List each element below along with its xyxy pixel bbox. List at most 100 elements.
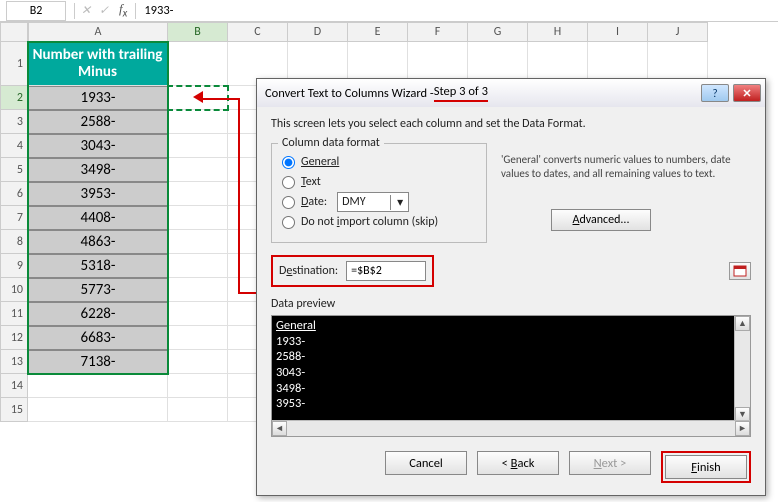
col-header-I[interactable]: I xyxy=(588,22,648,42)
table-row[interactable]: 3043- xyxy=(28,134,168,158)
row-header-11[interactable]: 11 xyxy=(0,302,28,326)
row-header-15[interactable]: 15 xyxy=(0,398,28,422)
cell[interactable] xyxy=(28,374,168,398)
cell[interactable] xyxy=(168,230,228,254)
close-button[interactable]: ✕ xyxy=(733,84,761,102)
table-row[interactable]: 2588- xyxy=(28,110,168,134)
row-header-2[interactable]: 2 xyxy=(0,86,28,110)
text-to-columns-dialog: Convert Text to Columns Wizard - Step 3 … xyxy=(256,78,766,496)
preview-label: Data preview xyxy=(271,297,751,311)
row-header-6[interactable]: 6 xyxy=(0,182,28,206)
col-header-H[interactable]: H xyxy=(528,22,588,42)
cell[interactable] xyxy=(168,326,228,350)
radio-skip[interactable]: Do not import column (skip) xyxy=(282,212,476,232)
preview-content: General1933-2588-3043-3498-3953- xyxy=(272,316,734,422)
col-header-C[interactable]: C xyxy=(228,22,288,42)
scroll-right-icon[interactable]: ► xyxy=(735,421,750,436)
fieldset-legend: Column data format xyxy=(278,136,384,150)
chevron-down-icon: ▾ xyxy=(390,195,406,210)
cell[interactable] xyxy=(28,398,168,422)
cell[interactable] xyxy=(168,398,228,422)
table-row[interactable]: 7138- xyxy=(28,350,168,374)
destination-label: Destination: xyxy=(279,264,338,278)
radio-skip-input[interactable] xyxy=(282,216,295,229)
row-header-5[interactable]: 5 xyxy=(0,158,28,182)
radio-general-input[interactable] xyxy=(282,156,295,169)
range-picker-button[interactable] xyxy=(729,262,751,280)
row-header-7[interactable]: 7 xyxy=(0,206,28,230)
col-header-D[interactable]: D xyxy=(288,22,348,42)
cell[interactable] xyxy=(168,182,228,206)
table-row[interactable]: 5773- xyxy=(28,278,168,302)
col-header-E[interactable]: E xyxy=(348,22,408,42)
cell[interactable] xyxy=(168,374,228,398)
cancel-formula-icon: ✕ xyxy=(77,2,95,20)
scroll-up-icon[interactable]: ▲ xyxy=(735,316,750,331)
finish-button[interactable]: Finish xyxy=(665,455,747,479)
cell[interactable] xyxy=(168,134,228,158)
row-header-14[interactable]: 14 xyxy=(0,374,28,398)
help-button[interactable]: ? xyxy=(701,84,729,102)
fx-icon[interactable]: fx xyxy=(113,1,133,20)
next-button: Next > xyxy=(569,451,651,475)
radio-text[interactable]: Text xyxy=(282,172,476,192)
table-row[interactable]: 6228- xyxy=(28,302,168,326)
back-button[interactable]: < Back xyxy=(477,451,559,475)
col-header-F[interactable]: F xyxy=(408,22,468,42)
callout-line xyxy=(198,98,238,100)
destination-callout: Destination: xyxy=(271,255,434,287)
table-row[interactable]: 5318- xyxy=(28,254,168,278)
formula-content[interactable]: 1933- xyxy=(138,3,173,18)
cell[interactable] xyxy=(168,158,228,182)
table-row[interactable]: 3498- xyxy=(28,158,168,182)
dialog-titlebar[interactable]: Convert Text to Columns Wizard - Step 3 … xyxy=(257,79,765,107)
row-header-4[interactable]: 4 xyxy=(0,134,28,158)
radio-date[interactable]: Date: DMY ▾ xyxy=(282,192,476,212)
table-row[interactable]: 3953- xyxy=(28,182,168,206)
row-header-12[interactable]: 12 xyxy=(0,326,28,350)
select-all-corner[interactable] xyxy=(0,22,28,42)
table-row[interactable]: 1933- xyxy=(28,86,168,110)
radio-date-input[interactable] xyxy=(282,196,295,209)
date-format-select[interactable]: DMY ▾ xyxy=(337,192,409,212)
preview-hscroll[interactable]: ◄ ► xyxy=(272,420,750,436)
table-row[interactable]: 4863- xyxy=(28,230,168,254)
data-preview: General1933-2588-3043-3498-3953- ▲ ▼ ◄ ► xyxy=(271,315,751,437)
cell[interactable] xyxy=(168,278,228,302)
cancel-button[interactable]: Cancel xyxy=(385,451,467,475)
row-header-1[interactable]: 1 xyxy=(0,42,28,86)
cell[interactable] xyxy=(168,42,228,86)
radio-general[interactable]: General xyxy=(282,152,476,172)
col-header-G[interactable]: G xyxy=(468,22,528,42)
cell[interactable] xyxy=(168,206,228,230)
cell[interactable] xyxy=(168,254,228,278)
column-headers: ABCDEFGHIJ xyxy=(28,22,778,42)
destination-input[interactable] xyxy=(346,261,426,281)
cell[interactable] xyxy=(168,110,228,134)
col-header-J[interactable]: J xyxy=(648,22,708,42)
preview-vscroll[interactable]: ▲ ▼ xyxy=(734,316,750,422)
callout-line xyxy=(238,98,240,292)
col-header-B[interactable]: B xyxy=(168,22,228,42)
dialog-intro: This screen lets you select each column … xyxy=(271,117,751,131)
radio-text-input[interactable] xyxy=(282,176,295,189)
dialog-title-step: Step 3 of 3 xyxy=(434,84,488,102)
row-header-10[interactable]: 10 xyxy=(0,278,28,302)
column-data-format-group: Column data format General Text Date: DM… xyxy=(271,143,487,243)
scroll-left-icon[interactable]: ◄ xyxy=(272,421,287,436)
arrow-head-icon xyxy=(193,91,203,103)
cell[interactable] xyxy=(168,350,228,374)
row-header-8[interactable]: 8 xyxy=(0,230,28,254)
advanced-button[interactable]: Advanced... xyxy=(551,209,651,231)
row-headers: 123456789101112131415 xyxy=(0,42,28,422)
cell[interactable] xyxy=(168,302,228,326)
table-row[interactable]: 6683- xyxy=(28,326,168,350)
row-header-13[interactable]: 13 xyxy=(0,350,28,374)
table-row[interactable]: 4408- xyxy=(28,206,168,230)
header-cell[interactable]: Number with trailing Minus xyxy=(28,42,168,86)
row-header-9[interactable]: 9 xyxy=(0,254,28,278)
formula-bar: B2 ✕ ✓ fx 1933- xyxy=(0,0,778,22)
col-header-A[interactable]: A xyxy=(28,22,168,42)
name-box[interactable]: B2 xyxy=(6,1,66,21)
row-header-3[interactable]: 3 xyxy=(0,110,28,134)
